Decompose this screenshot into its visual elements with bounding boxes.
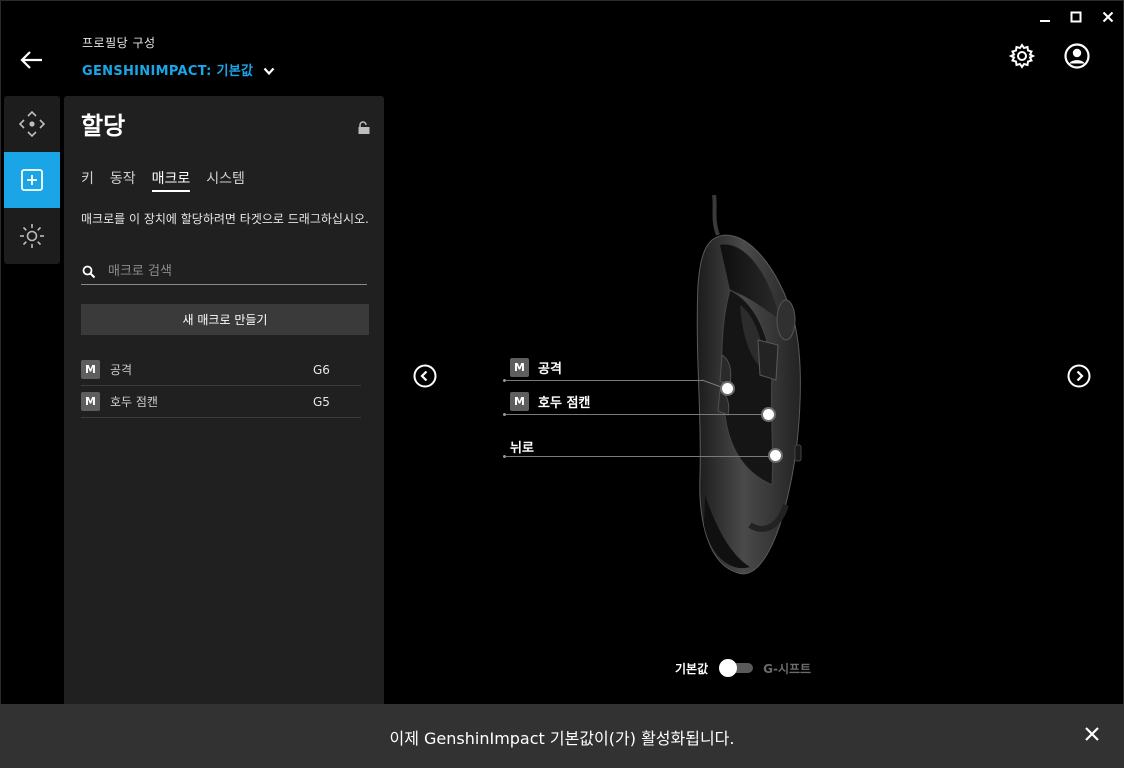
macro-assigned-key: G6	[313, 362, 330, 377]
close-window-button[interactable]	[1097, 6, 1119, 28]
notification-bar: 이제 GenshinImpact 기본값이(가) 활성화됩니다.	[0, 704, 1124, 768]
profile-name: GENSHINIMPACT: 기본값	[82, 64, 254, 79]
sun-lighting-icon	[20, 224, 44, 248]
chevron-down-icon	[263, 67, 275, 75]
drag-instruction: 매크로를 이 장치에 할당하려면 타겟으로 드래그하십시오.	[81, 212, 369, 226]
previous-view-button[interactable]	[413, 364, 437, 388]
macro-name: 호두 점캔	[110, 395, 158, 409]
callout-line	[505, 456, 770, 457]
macro-list: M 공격 G6 M 호두 점캔 G5	[81, 354, 361, 418]
settings-button[interactable]	[1008, 42, 1036, 70]
close-icon	[1085, 727, 1099, 741]
mouse-device-image	[690, 194, 810, 584]
close-icon	[1102, 11, 1114, 23]
next-view-button[interactable]	[1067, 364, 1091, 388]
macro-search	[81, 259, 367, 285]
account-button[interactable]	[1063, 42, 1091, 70]
search-icon	[82, 265, 96, 278]
notification-close-button[interactable]	[1082, 724, 1102, 744]
plus-square-icon	[21, 169, 43, 191]
macro-badge: M	[510, 358, 529, 377]
move-arrows-icon	[18, 110, 46, 138]
callout-label-attack[interactable]: M 공격	[510, 358, 562, 377]
assignment-tabs: 키 동작 매크로 시스템	[81, 168, 261, 192]
gear-icon	[1008, 43, 1036, 69]
macro-assigned-key: G5	[313, 394, 330, 409]
panel-title: 할당	[81, 112, 126, 140]
minimize-icon	[1040, 20, 1050, 22]
tab-macros[interactable]: 매크로	[151, 168, 191, 192]
left-rail	[4, 96, 60, 264]
rail-item-assignments[interactable]	[4, 152, 60, 208]
callout-label-back[interactable]: 뉘로	[510, 437, 534, 456]
macro-badge: M	[81, 392, 100, 411]
unlock-icon	[358, 121, 370, 134]
callout-text: 공격	[538, 362, 562, 377]
toggle-label-default: 기본값	[675, 661, 709, 676]
tab-keys[interactable]: 키	[81, 168, 94, 192]
profile-selector[interactable]: GENSHINIMPACT: 기본값	[82, 60, 275, 79]
lock-toggle[interactable]	[357, 120, 371, 139]
callout-text: 호두 점캔	[538, 396, 591, 411]
page-subtitle: 프로필당 구성	[82, 36, 156, 50]
minimize-button[interactable]	[1034, 6, 1056, 28]
macro-badge: M	[81, 360, 100, 379]
arrow-left-icon	[20, 51, 42, 69]
callout-text: 뉘로	[510, 441, 534, 456]
maximize-button[interactable]	[1065, 6, 1087, 28]
maximize-icon	[1070, 11, 1082, 23]
macro-list-item[interactable]: M 호두 점캔 G5	[81, 386, 361, 418]
back-button[interactable]	[18, 46, 46, 74]
button-hotspot-g4[interactable]	[768, 448, 783, 463]
button-hotspot-g6[interactable]	[720, 381, 735, 396]
tab-actions[interactable]: 동작	[110, 168, 136, 192]
user-circle-icon	[1064, 43, 1090, 69]
callout-line	[505, 380, 703, 381]
chevron-right-circle-icon	[1067, 364, 1091, 388]
toggle-label-gshift: G-시프트	[763, 661, 812, 676]
macro-badge: M	[510, 392, 529, 411]
tab-system[interactable]: 시스템	[206, 168, 245, 192]
callout-label-hodu[interactable]: M 호두 점캔	[510, 392, 590, 411]
create-macro-button[interactable]: 새 매크로 만들기	[81, 304, 369, 335]
toggle-knob	[719, 659, 738, 677]
rail-item-movement[interactable]	[4, 96, 60, 152]
macro-search-input[interactable]	[108, 264, 358, 279]
notification-text: 이제 GenshinImpact 기본값이(가) 활성화됩니다.	[389, 729, 735, 748]
gshift-toggle-row: 기본값 G-시프트	[675, 659, 811, 677]
macro-name: 공격	[110, 363, 133, 377]
macro-list-item[interactable]: M 공격 G6	[81, 354, 361, 386]
callout-line	[505, 414, 763, 415]
rail-item-lighting[interactable]	[4, 208, 60, 264]
assignment-panel: 할당 키 동작 매크로 시스템 매크로를 이 장치에 할당하려면 타겟으로 드래…	[64, 96, 384, 706]
button-hotspot-g5[interactable]	[761, 407, 776, 422]
chevron-left-circle-icon	[413, 364, 437, 388]
gshift-toggle[interactable]	[719, 659, 754, 677]
